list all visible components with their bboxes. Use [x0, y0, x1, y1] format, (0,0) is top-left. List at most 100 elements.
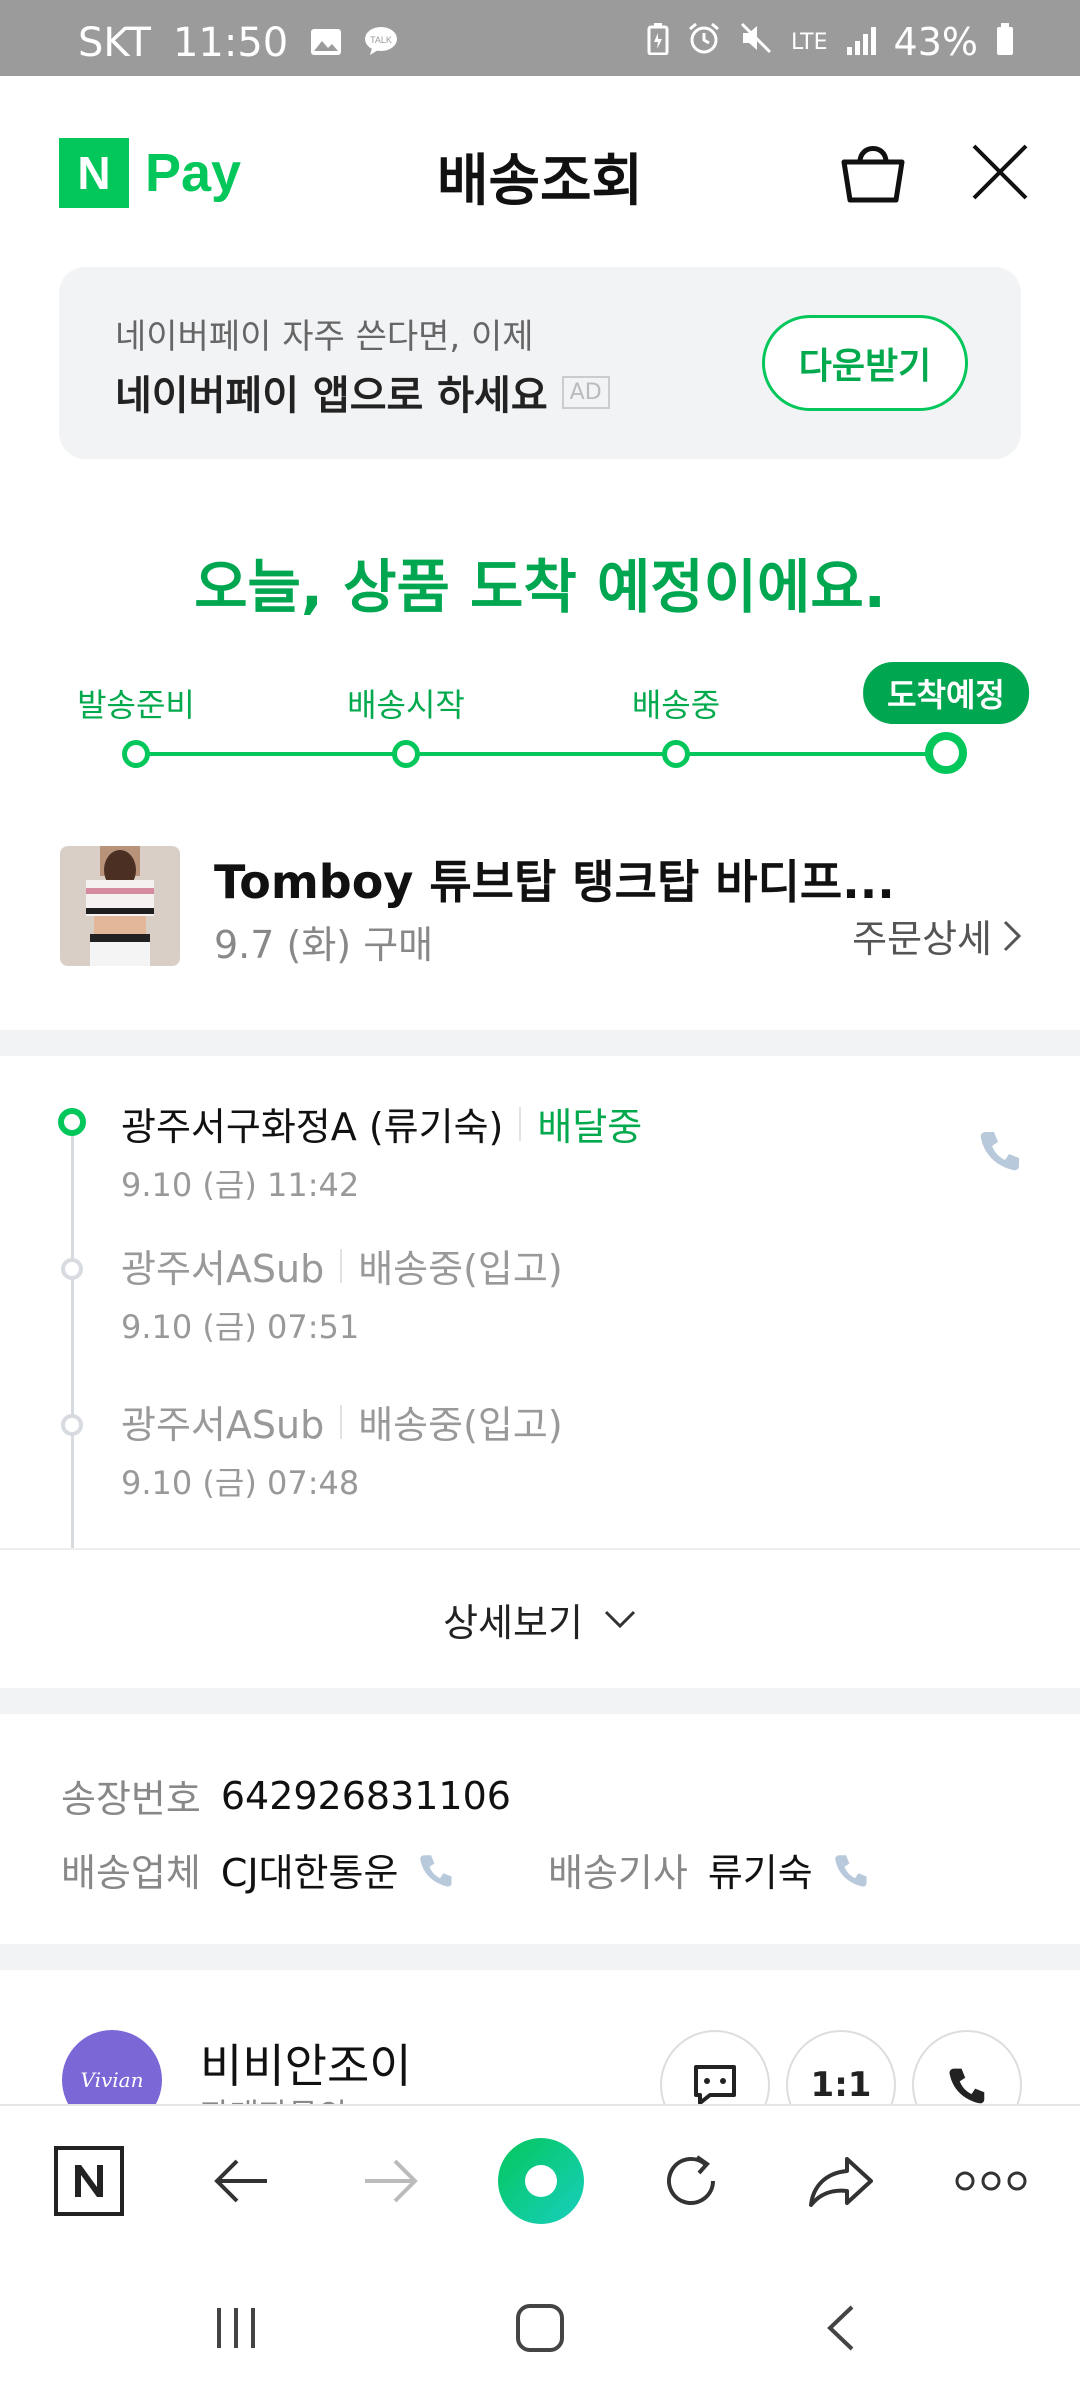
arrow-left-icon: [214, 2159, 267, 2203]
event-time: 9.10 (금) 11:42: [121, 1166, 360, 1204]
product-thumbnail: [60, 846, 180, 966]
event-location: 광주서구화정A (류기숙): [121, 1105, 504, 1149]
event-location-row: 광주서구화정A (류기숙) 배달중: [121, 1096, 642, 1151]
chevron-down-icon: [604, 1610, 635, 1629]
event-status: 배송중(입고): [358, 1403, 563, 1447]
show-more-button[interactable]: 상세보기: [0, 1548, 1080, 1688]
more-menu-button[interactable]: [946, 2136, 1036, 2226]
green-dot-icon: [498, 2138, 584, 2224]
system-navigation-bar: [0, 2258, 1080, 2400]
timeline-dot: [61, 1258, 83, 1280]
carrier-name: CJ대한통운: [220, 1851, 399, 1895]
seller-talk-button[interactable]: [660, 2030, 770, 2105]
invoice-label: 송장번호: [61, 1777, 201, 1821]
seller-1on1-button[interactable]: 1:1: [786, 2030, 896, 2105]
forward-button[interactable]: [346, 2136, 436, 2226]
green-dot-button[interactable]: [496, 2136, 586, 2226]
event-time: 9.10 (금) 07:51: [121, 1308, 360, 1346]
delivery-headline: 오늘, 상품 도착 예정이에요.: [194, 553, 886, 621]
separator: [340, 1404, 343, 1439]
chevron-left-icon: [827, 2305, 854, 2351]
event-status: 배달중: [537, 1105, 643, 1149]
cart-button[interactable]: [838, 136, 908, 206]
separator: [519, 1106, 522, 1141]
seller-section: Vivian Joy 비비안조이 판매자문의 1:1: [0, 1970, 1080, 2105]
naver-n-icon: [54, 2146, 124, 2216]
product-summary[interactable]: Tomboy 튜브탑 탱크탑 바디프... 9.7 (화) 구매 주문상세: [0, 840, 1080, 980]
ad-line2-text: 네이버페이 앱으로 하세요: [115, 373, 548, 419]
separator: [340, 1248, 343, 1283]
refresh-button[interactable]: [646, 2136, 736, 2226]
purchase-date: 9.7 (화) 구매: [214, 923, 434, 967]
refresh-icon: [667, 2155, 715, 2205]
share-button[interactable]: [796, 2136, 886, 2226]
talk-notification-icon: TALK: [364, 20, 398, 66]
ad-line2: 네이버페이 앱으로 하세요 AD: [115, 363, 610, 421]
phone-icon: [980, 1132, 1019, 1171]
shopping-basket-icon: [841, 146, 905, 203]
step-label-arriving: 도착예정: [863, 662, 1029, 724]
seller-logo: Vivian Joy: [62, 2030, 162, 2105]
call-driver-button[interactable]: [978, 1128, 1022, 1172]
tracking-timeline: 광주서구화정A (류기숙) 배달중 9.10 (금) 11:42 광주서ASub…: [0, 1080, 1080, 1550]
seller-call-button[interactable]: [912, 2030, 1022, 2105]
naver-home-button[interactable]: [44, 2136, 134, 2226]
delivery-progress: 발송준비 배송시작 배송중 도착예정: [0, 660, 1080, 780]
product-name: Tomboy 튜브탑 탱크탑 바디프...: [214, 855, 895, 909]
arrow-right-icon: [365, 2159, 418, 2203]
progress-line: [136, 752, 948, 756]
home-button[interactable]: [500, 2288, 580, 2368]
section-divider: [0, 1688, 1080, 1714]
recent-apps-button[interactable]: [196, 2288, 276, 2368]
svg-text:TALK: TALK: [370, 35, 392, 45]
order-detail-link[interactable]: 주문상세: [852, 908, 1022, 963]
invoice-number[interactable]: 642926831106: [221, 1774, 511, 1818]
step-label-started: 배송시작: [347, 686, 465, 724]
carrier-label: 배송업체: [61, 1851, 201, 1895]
event-time: 9.10 (금) 07:48: [121, 1464, 360, 1502]
step-dot-in-transit: [662, 740, 690, 768]
event-location: 광주서ASub: [121, 1247, 325, 1291]
show-more-label: 상세보기: [443, 1600, 583, 1645]
event-location-row: 광주서ASub 배송중(입고): [121, 1394, 563, 1449]
chat-bubble-icon: [694, 2065, 736, 2105]
back-button[interactable]: [196, 2136, 286, 2226]
share-icon: [809, 2157, 873, 2207]
app-download-banner[interactable]: 네이버페이 자주 쓴다면, 이제 네이버페이 앱으로 하세요 AD 다운받기: [59, 267, 1021, 459]
step-dot-preparing: [122, 740, 150, 768]
close-icon: [972, 144, 1028, 200]
invoice-row: 송장번호 642926831106: [61, 1768, 511, 1823]
close-button[interactable]: [968, 140, 1032, 204]
recent-apps-icon: [217, 2308, 255, 2348]
driver-label: 배송기사: [548, 1851, 688, 1895]
network-type: LTE: [790, 29, 828, 55]
battery-icon: [996, 20, 1014, 64]
section-divider: [0, 1030, 1080, 1056]
back-nav-button[interactable]: [800, 2288, 880, 2368]
event-status: 배송중(입고): [358, 1247, 563, 1291]
phone-icon: [949, 2068, 985, 2104]
step-label-preparing: 발송준비: [77, 686, 195, 724]
home-icon: [516, 2304, 564, 2352]
alarm-icon: [687, 20, 721, 64]
seller-subtitle: 판매자문의: [200, 2090, 347, 2105]
timeline-dot-current: [58, 1108, 86, 1136]
ad-line1: 네이버페이 자주 쓴다면, 이제: [115, 317, 534, 357]
browser-toolbar: [0, 2104, 1080, 2258]
timeline-dot: [61, 1414, 83, 1436]
signal-icon: [846, 20, 876, 64]
event-location-row: 광주서ASub 배송중(입고): [121, 1238, 563, 1293]
seller-name: 비비안조이: [200, 2039, 412, 2093]
step-dot-arriving: [925, 732, 967, 774]
header: N Pay 배송조회: [0, 76, 1080, 266]
status-bar: SKT 11:50 TALK LTE 43%: [0, 0, 1080, 76]
call-carrier-icon[interactable]: [418, 1852, 454, 1888]
driver-row: 배송기사 류기숙: [548, 1842, 869, 1897]
gallery-notification-icon: [310, 20, 342, 66]
shipment-info: 송장번호 642926831106 배송업체 CJ대한통운 배송기사 류기숙: [0, 1714, 1080, 1944]
order-detail-label: 주문상세: [852, 917, 992, 961]
download-button[interactable]: 다운받기: [762, 315, 968, 411]
call-driver-icon[interactable]: [833, 1852, 869, 1888]
battery-saver-icon: [647, 20, 669, 64]
step-dot-started: [392, 740, 420, 768]
